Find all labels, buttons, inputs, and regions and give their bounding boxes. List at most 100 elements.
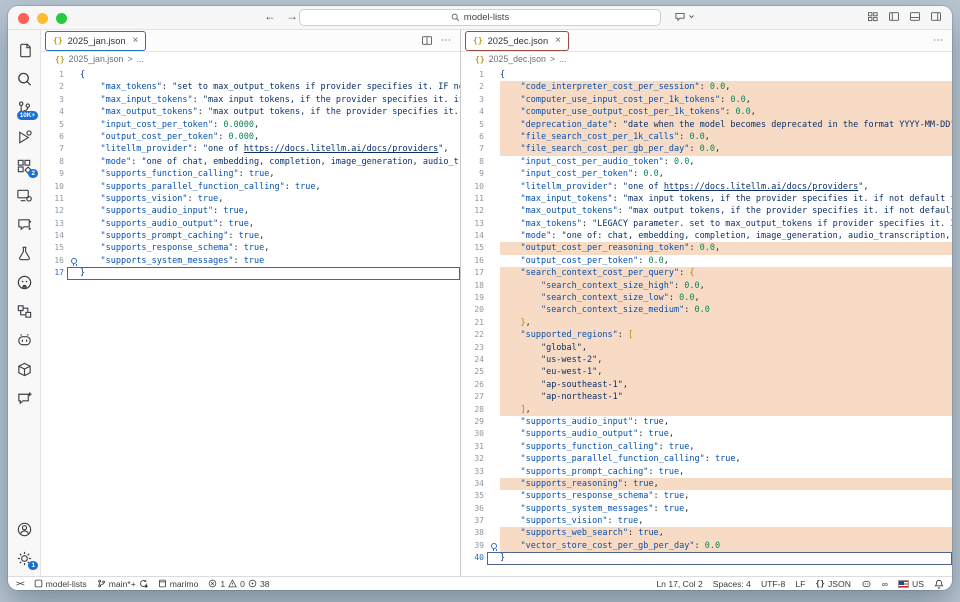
breadcrumb-file[interactable]: 2025_dec.json bbox=[489, 54, 546, 64]
git-branch-indicator[interactable]: main*+ bbox=[97, 579, 148, 589]
code-line[interactable]: 6 "output_cost_per_token": 0.000, bbox=[41, 131, 460, 143]
code-line[interactable]: 7 "litellm_provider": "one of https://do… bbox=[41, 143, 460, 155]
code-line[interactable]: 32 "supports_parallel_function_calling":… bbox=[461, 453, 952, 465]
copilot-menu-button[interactable] bbox=[674, 11, 695, 22]
testing-icon[interactable] bbox=[14, 243, 34, 263]
lightbulb-icon[interactable] bbox=[487, 540, 500, 552]
code-line[interactable]: 5 "input_cost_per_token": 0.0000, bbox=[41, 119, 460, 131]
code-line[interactable]: 8 "input_cost_per_audio_token": 0.0, bbox=[461, 156, 952, 168]
code-line[interactable]: 2 "max_tokens": "set to max_output_token… bbox=[41, 81, 460, 93]
customize-layout-icon[interactable] bbox=[867, 11, 879, 22]
code-line[interactable]: 10 "litellm_provider": "one of https://d… bbox=[461, 181, 952, 193]
encoding-indicator[interactable]: UTF-8 bbox=[761, 579, 785, 589]
code-line[interactable]: 40} bbox=[461, 552, 952, 564]
code-line[interactable]: 1{ bbox=[41, 69, 460, 81]
notifications-bell-icon[interactable] bbox=[934, 579, 944, 589]
code-line[interactable]: 15 "output_cost_per_reasoning_token": 0.… bbox=[461, 242, 952, 254]
extensions-icon[interactable]: 2 bbox=[14, 156, 34, 176]
code-line[interactable]: 33 "supports_prompt_caching": true, bbox=[461, 466, 952, 478]
code-line[interactable]: 25 "eu-west-1", bbox=[461, 366, 952, 378]
code-line[interactable]: 14 "supports_prompt_caching": true, bbox=[41, 230, 460, 242]
code-line[interactable]: 37 "supports_vision": true, bbox=[461, 515, 952, 527]
tab-close-icon[interactable]: × bbox=[555, 35, 561, 46]
zoom-window-button[interactable] bbox=[56, 13, 67, 24]
breadcrumb-file[interactable]: 2025_jan.json bbox=[69, 54, 124, 64]
toggle-panel-icon[interactable] bbox=[909, 11, 921, 22]
code-line[interactable]: 2 "code_interpreter_cost_per_session": 0… bbox=[461, 81, 952, 93]
history-forward-icon[interactable]: → bbox=[286, 9, 298, 23]
code-line[interactable]: 39 "vector_store_cost_per_gb_per_day": 0… bbox=[461, 540, 952, 552]
remote-indicator[interactable]: >< bbox=[16, 579, 24, 588]
code-line[interactable]: 36 "supports_system_messages": true, bbox=[461, 503, 952, 515]
code-line[interactable]: 26 "ap-southeast-1", bbox=[461, 379, 952, 391]
account-icon[interactable] bbox=[14, 519, 34, 539]
code-line[interactable]: 6 "file_search_cost_per_1k_calls": 0.0, bbox=[461, 131, 952, 143]
code-line[interactable]: 18 "search_context_size_high": 0.0, bbox=[461, 280, 952, 292]
code-line[interactable]: 31 "supports_function_calling": true, bbox=[461, 441, 952, 453]
breadcrumb-tail[interactable]: ... bbox=[559, 54, 566, 64]
toggle-sidebar-left-icon[interactable] bbox=[888, 11, 900, 22]
code-line[interactable]: 27 "ap-northeast-1" bbox=[461, 391, 952, 403]
split-editor-icon[interactable] bbox=[421, 35, 433, 46]
more-actions-icon[interactable]: ⋯ bbox=[441, 35, 452, 46]
code-line[interactable]: 21 }, bbox=[461, 317, 952, 329]
code-line[interactable]: 35 "supports_response_schema": true, bbox=[461, 490, 952, 502]
breadcrumb[interactable]: {} 2025_jan.json > ... bbox=[41, 52, 460, 66]
chat-icon[interactable] bbox=[14, 214, 34, 234]
indentation-indicator[interactable]: Spaces: 4 bbox=[713, 579, 751, 589]
code-line[interactable]: 38 "supports_web_search": true, bbox=[461, 527, 952, 539]
code-line[interactable]: 34 "supports_reasoning": true, bbox=[461, 478, 952, 490]
code-line[interactable]: 4 "computer_use_output_cost_per_1k_token… bbox=[461, 106, 952, 118]
breadcrumb-tail[interactable]: ... bbox=[137, 54, 144, 64]
keyboard-layout-indicator[interactable]: US bbox=[898, 579, 924, 589]
minimize-window-button[interactable] bbox=[37, 13, 48, 24]
code-line[interactable]: 30 "supports_audio_output": true, bbox=[461, 428, 952, 440]
marimo-indicator[interactable]: marimo bbox=[158, 579, 199, 589]
code-line[interactable]: 13 "supports_audio_output": true, bbox=[41, 218, 460, 230]
source-control-icon[interactable]: 10K+ bbox=[14, 98, 34, 118]
code-line[interactable]: 22 "supported_regions": [ bbox=[461, 329, 952, 341]
code-line[interactable]: 10 "supports_parallel_function_calling":… bbox=[41, 181, 460, 193]
close-window-button[interactable] bbox=[18, 13, 29, 24]
breadcrumb[interactable]: {} 2025_dec.json > ... bbox=[461, 52, 952, 66]
code-line[interactable]: 20 "search_context_size_medium": 0.0 bbox=[461, 304, 952, 316]
cursor-position[interactable]: Ln 17, Col 2 bbox=[656, 579, 702, 589]
code-line[interactable]: 9 "input_cost_per_token": 0.0, bbox=[461, 168, 952, 180]
code-line[interactable]: 5 "deprecation_date": "date when the mod… bbox=[461, 119, 952, 131]
tab-2025-dec-json[interactable]: {} 2025_dec.json × bbox=[466, 32, 568, 50]
code-line[interactable]: 23 "global", bbox=[461, 342, 952, 354]
code-line[interactable]: 17} bbox=[41, 267, 460, 279]
search-icon[interactable] bbox=[14, 69, 34, 89]
infinity-icon[interactable]: ∞ bbox=[882, 579, 888, 589]
workspace-indicator[interactable]: model-lists bbox=[34, 579, 87, 589]
code-line[interactable]: 7 "file_search_cost_per_gb_per_day": 0.0… bbox=[461, 143, 952, 155]
robot-icon[interactable] bbox=[14, 330, 34, 350]
hierarchy-icon[interactable] bbox=[14, 301, 34, 321]
code-line[interactable]: 16 "supports_system_messages": true bbox=[41, 255, 460, 267]
more-actions-icon[interactable]: ⋯ bbox=[933, 35, 944, 46]
lightbulb-icon[interactable] bbox=[67, 255, 80, 267]
code-line[interactable]: 8 "mode": "one of chat, embedding, compl… bbox=[41, 156, 460, 168]
code-line[interactable]: 12 "max_output_tokens": "max output toke… bbox=[461, 205, 952, 217]
problems-indicator[interactable]: 1 0 38 bbox=[208, 579, 269, 589]
toggle-sidebar-right-icon[interactable] bbox=[930, 11, 942, 22]
new-chat-icon[interactable] bbox=[14, 388, 34, 408]
editor-content[interactable]: 1{2 "max_tokens": "set to max_output_tok… bbox=[41, 66, 460, 576]
eol-indicator[interactable]: LF bbox=[795, 579, 805, 589]
code-line[interactable]: 16 "output_cost_per_token": 0.0, bbox=[461, 255, 952, 267]
package-icon[interactable] bbox=[14, 359, 34, 379]
code-line[interactable]: 17 "search_context_cost_per_query": { bbox=[461, 267, 952, 279]
tab-2025-jan-json[interactable]: {} 2025_jan.json × bbox=[46, 32, 145, 50]
code-line[interactable]: 11 "supports_vision": true, bbox=[41, 193, 460, 205]
copilot-status-icon[interactable] bbox=[861, 579, 872, 589]
github-icon[interactable] bbox=[14, 272, 34, 292]
code-line[interactable]: 3 "computer_use_input_cost_per_1k_tokens… bbox=[461, 94, 952, 106]
code-line[interactable]: 24 "us-west-2", bbox=[461, 354, 952, 366]
code-line[interactable]: 29 "supports_audio_input": true, bbox=[461, 416, 952, 428]
code-line[interactable]: 12 "supports_audio_input": true, bbox=[41, 205, 460, 217]
language-mode[interactable]: {} JSON bbox=[815, 579, 851, 589]
code-line[interactable]: 9 "supports_function_calling": true, bbox=[41, 168, 460, 180]
code-line[interactable]: 1{ bbox=[461, 69, 952, 81]
code-line[interactable]: 3 "max_input_tokens": "max input tokens,… bbox=[41, 94, 460, 106]
history-back-icon[interactable]: ← bbox=[264, 9, 276, 23]
